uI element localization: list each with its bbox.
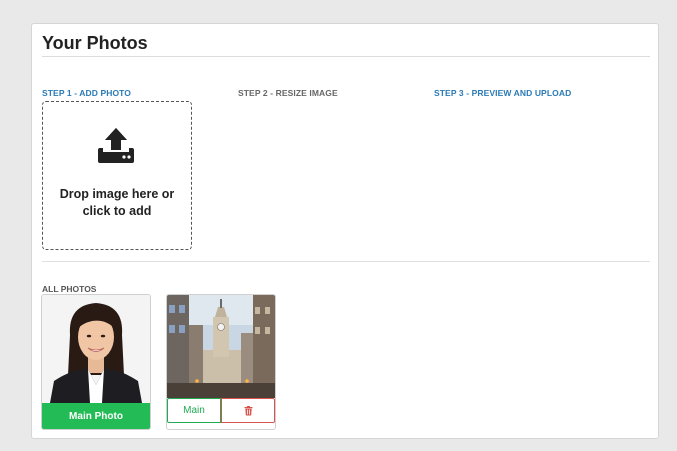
section-divider	[42, 261, 650, 262]
set-main-button[interactable]: Main	[167, 398, 221, 423]
upload-icon	[98, 128, 134, 163]
photo-action-row: Main	[167, 398, 275, 423]
step-3-label: STEP 3 - PREVIEW AND UPLOAD	[434, 88, 572, 98]
photo-card-portrait: Main Photo	[41, 294, 151, 430]
photo-thumbnail-portrait[interactable]	[42, 295, 150, 403]
delete-photo-button[interactable]	[221, 398, 275, 423]
step-1-label: STEP 1 - ADD PHOTO	[42, 88, 132, 98]
photo-card-cityhall: Main	[166, 294, 276, 430]
photo-thumbnail-cityhall[interactable]	[167, 295, 275, 398]
photos-panel: Your Photos STEP 1 - ADD PHOTO STEP 2 - …	[31, 23, 659, 439]
image-dropzone[interactable]: Drop image here or click to add	[42, 101, 192, 250]
title-divider	[42, 56, 650, 57]
step-2-label: STEP 2 - RESIZE IMAGE	[238, 88, 338, 98]
page-title: Your Photos	[42, 33, 148, 53]
trash-icon	[244, 405, 252, 415]
main-photo-button[interactable]: Main Photo	[42, 403, 150, 429]
all-photos-heading: ALL PHOTOS	[42, 284, 97, 294]
dropzone-instructions: Drop image here or click to add	[59, 187, 175, 218]
